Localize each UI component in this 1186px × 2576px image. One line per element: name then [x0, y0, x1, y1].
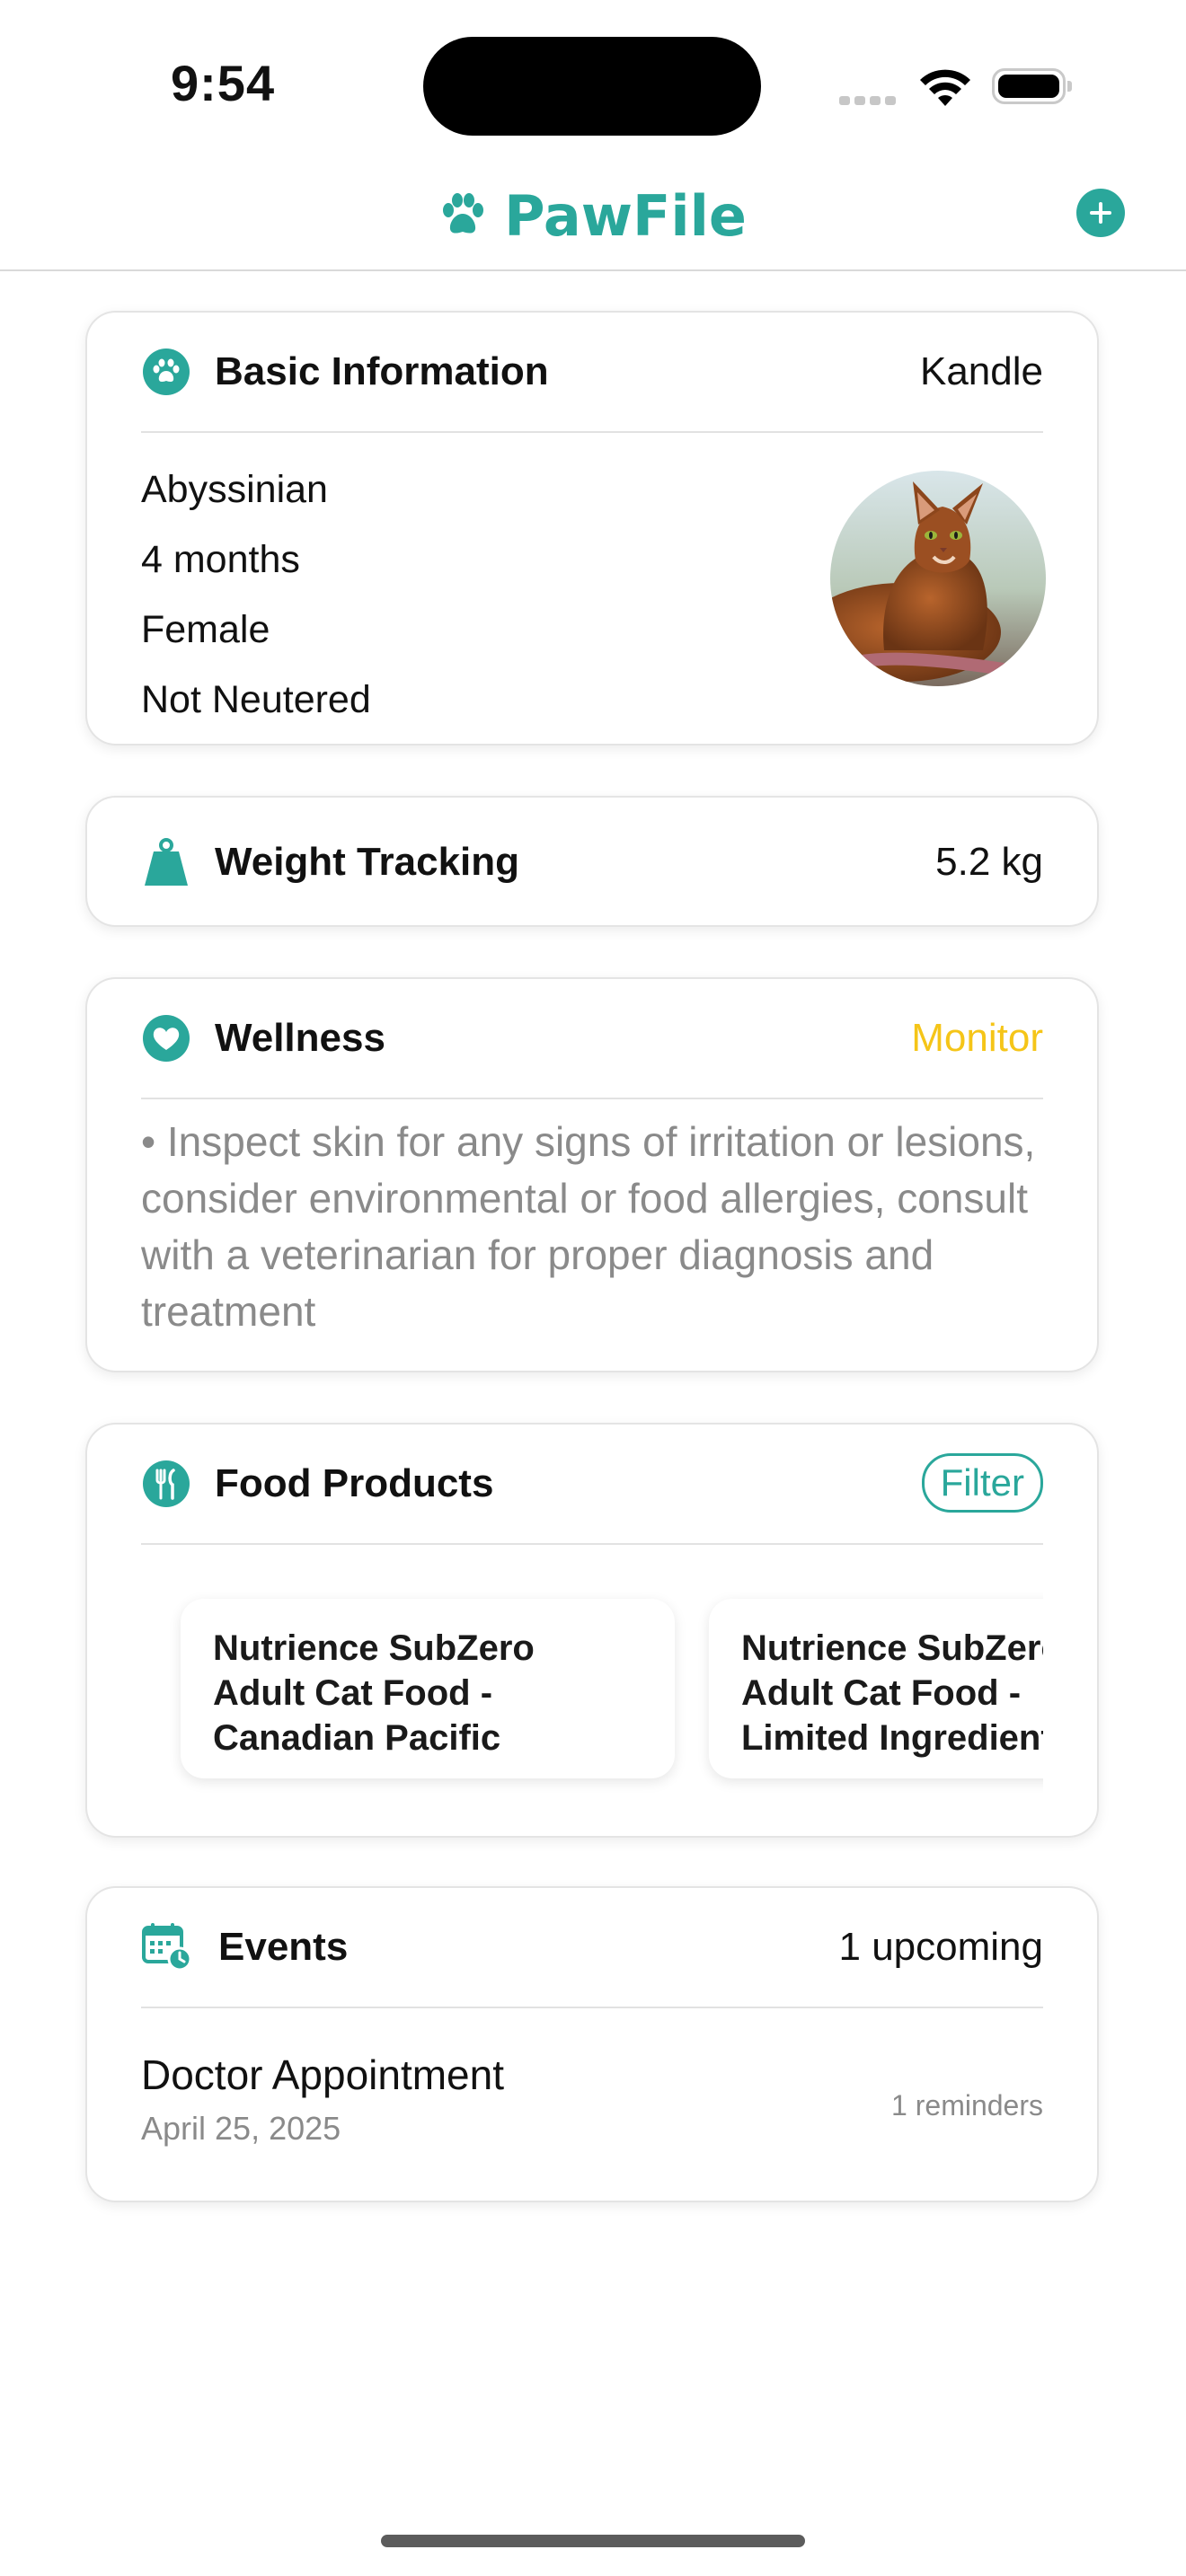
- dynamic-island: [423, 37, 761, 136]
- food-product-name-line: Adult Cat Food -: [741, 1673, 1022, 1713]
- status-time: 9:54: [171, 55, 276, 111]
- pet-name: Kandle: [919, 349, 1043, 393]
- food-product-name-line: Limited Ingredient: [741, 1718, 1043, 1758]
- weight-tracking-header: Weight Tracking 5.2 kg: [141, 798, 1043, 929]
- battery-icon: [992, 68, 1072, 104]
- pet-avatar[interactable]: [830, 471, 1046, 686]
- wellness-card[interactable]: Wellness Monitor • Inspect skin for any …: [85, 977, 1099, 1372]
- wellness-status: Monitor: [911, 1016, 1043, 1060]
- app-brand: PawFile: [0, 171, 1186, 260]
- cellular-signal-icon: [839, 93, 900, 110]
- pet-age: 4 months: [141, 538, 300, 581]
- food-products-card[interactable]: Food Products Filter Nutrience SubZero A…: [85, 1423, 1099, 1838]
- filter-button[interactable]: Filter: [921, 1453, 1043, 1513]
- food-products-header: Food Products Filter: [141, 1425, 1043, 1545]
- food-product-name-line: Nutrience SubZero: [741, 1628, 1043, 1668]
- events-header: Events 1 upcoming: [141, 1888, 1043, 2008]
- weight-icon: [145, 838, 188, 886]
- pet-breed: Abyssinian: [141, 468, 328, 511]
- wellness-title: Wellness: [215, 1016, 385, 1060]
- food-products-title: Food Products: [215, 1461, 494, 1505]
- paw-icon: [143, 348, 190, 395]
- food-product-card[interactable]: Nutrience SubZero Adult Cat Food - Limit…: [709, 1599, 1043, 1778]
- wellness-header: Wellness Monitor: [141, 979, 1043, 1099]
- nav-header: PawFile: [0, 171, 1186, 271]
- events-title: Events: [218, 1925, 349, 1969]
- weight-tracking-card[interactable]: Weight Tracking 5.2 kg: [85, 796, 1099, 927]
- food-product-card[interactable]: Nutrience SubZero Adult Cat Food - Canad…: [181, 1599, 675, 1778]
- cat-photo: [830, 471, 1046, 686]
- app-title: PawFile: [504, 182, 747, 249]
- food-product-name-line: Adult Cat Food -: [213, 1673, 493, 1713]
- weight-value: 5.2 kg: [935, 840, 1043, 884]
- event-name: Doctor Appointment: [141, 2051, 505, 2098]
- basic-information-title: Basic Information: [215, 349, 549, 393]
- food-product-name-line: Canadian Pacific: [213, 1718, 501, 1758]
- wellness-note: • Inspect skin for any signs of irritati…: [141, 1118, 1036, 1335]
- basic-information-card[interactable]: Basic Information Kandle Abyssinian 4 mo…: [85, 311, 1099, 745]
- event-reminders: 1 reminders: [891, 2089, 1043, 2122]
- events-card[interactable]: Events 1 upcoming Doctor Appointment Apr…: [85, 1886, 1099, 2202]
- event-date: April 25, 2025: [141, 2110, 341, 2147]
- heart-icon: [143, 1015, 190, 1062]
- calendar-clock-icon: [142, 1923, 191, 1971]
- home-indicator[interactable]: [381, 2535, 805, 2547]
- food-products-carousel[interactable]: Nutrience SubZero Adult Cat Food - Canad…: [141, 1543, 1043, 1823]
- pet-sex: Female: [141, 608, 270, 651]
- wifi-icon: [920, 69, 970, 106]
- status-bar: 9:54: [0, 0, 1186, 162]
- pet-neuter-status: Not Neutered: [141, 678, 371, 721]
- basic-information-header: Basic Information Kandle: [141, 313, 1043, 433]
- add-pet-button[interactable]: [1076, 189, 1125, 237]
- food-product-name-line: Nutrience SubZero: [213, 1628, 535, 1668]
- paw-icon: [443, 193, 484, 234]
- utensils-icon: [143, 1460, 190, 1507]
- pet-details: Abyssinian 4 months Female Not Neutered: [141, 454, 371, 735]
- weight-tracking-title: Weight Tracking: [215, 840, 520, 884]
- events-summary: 1 upcoming: [838, 1925, 1043, 1969]
